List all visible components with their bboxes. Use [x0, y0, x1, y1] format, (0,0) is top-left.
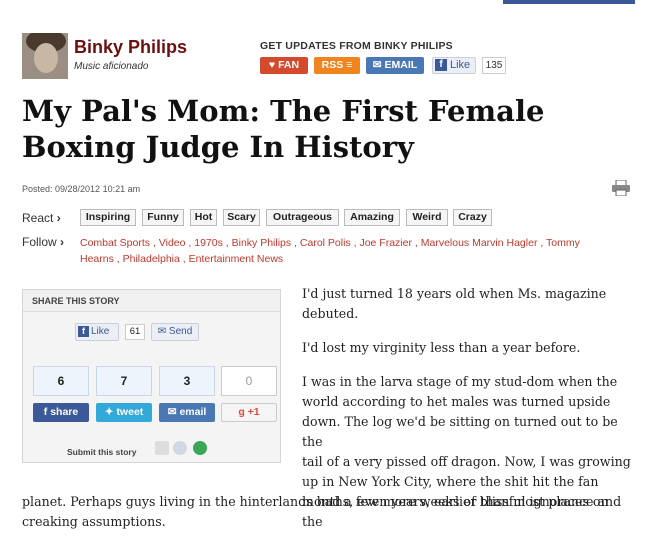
tweet-label: tweet	[116, 406, 144, 418]
follow-label: Follow ›	[22, 235, 65, 249]
headline-line-1: My Pal's Mom: The First Female	[22, 94, 545, 128]
follow-link[interactable]: Marvelous Marvin Hagler	[421, 237, 538, 249]
author-avatar[interactable]	[22, 33, 68, 79]
facebook-share-label: share	[50, 406, 79, 418]
facebook-share-button[interactable]: f share	[33, 403, 89, 422]
facebook-like-button[interactable]: f Like	[432, 57, 476, 74]
submit-story-label: Submit this story	[67, 447, 137, 457]
email-share-label: email	[179, 406, 207, 418]
follow-link[interactable]: Video	[159, 237, 186, 249]
follow-link[interactable]: Combat Sports	[80, 237, 150, 249]
tag-inspiring[interactable]: Inspiring	[80, 209, 136, 226]
follow-links: Combat Sports , Video , 1970s , Binky Ph…	[80, 237, 580, 265]
article-paragraph-1: I'd just turned 18 years old when Ms. ma…	[302, 286, 607, 321]
facebook-share-count: 6	[33, 366, 89, 396]
gplus-button[interactable]: g +1	[221, 403, 277, 422]
top-nav-bar	[503, 0, 635, 4]
tag-funny[interactable]: Funny	[142, 209, 184, 226]
share-like-button[interactable]: f Like	[75, 323, 119, 341]
send-button[interactable]: ✉ Send	[151, 323, 199, 341]
share-like-count: 61	[125, 324, 145, 340]
heart-icon: ♥	[268, 59, 276, 71]
fan-label: FAN	[278, 59, 300, 71]
follow-link[interactable]: Entertainment News	[189, 253, 284, 265]
share-box: SHARE THIS STORY f Like 61 ✉ Send 6 7 3 0…	[22, 289, 281, 463]
email-label: EMAIL	[384, 59, 418, 71]
gplus-label: +1	[247, 406, 260, 418]
page-title: My Pal's Mom: The First Female Boxing Ju…	[22, 93, 622, 165]
facebook-icon: f	[78, 326, 89, 337]
follow-link[interactable]: Binky Philips	[232, 237, 292, 249]
article-paragraph-2: I'd lost my virginity less than a year b…	[302, 340, 581, 355]
stumbleupon-icon[interactable]	[193, 441, 207, 455]
chevron-right-icon: ›	[60, 235, 65, 249]
email-share-button[interactable]: ✉ email	[159, 403, 215, 422]
follow-link[interactable]: Joe Frazier	[359, 237, 412, 249]
article-paragraph-3-wide: planet. Perhaps guys living in the hinte…	[22, 494, 622, 529]
envelope-icon: ✉	[372, 59, 382, 71]
tag-amazing[interactable]: Amazing	[344, 209, 400, 226]
like-label: Like	[450, 59, 471, 71]
email-share-count: 3	[159, 366, 215, 396]
author-name[interactable]: Binky Philips	[74, 37, 187, 58]
email-button[interactable]: ✉ EMAIL	[366, 57, 424, 74]
fan-button[interactable]: ♥ FAN	[260, 57, 308, 74]
digg-icon[interactable]	[155, 441, 169, 455]
facebook-icon: f	[43, 406, 48, 418]
envelope-icon: ✉	[167, 406, 177, 418]
chevron-right-icon: ›	[56, 211, 61, 225]
follow-link[interactable]: Carol Polis	[300, 237, 351, 249]
send-icon: ✉	[157, 326, 167, 337]
send-label: Send	[168, 326, 193, 337]
tag-hot[interactable]: Hot	[190, 209, 217, 226]
headline-line-2: Boxing Judge In History	[22, 130, 414, 164]
gplus-share-count: 0	[221, 366, 277, 396]
rss-icon: ≡	[346, 59, 353, 71]
share-title: SHARE THIS STORY	[23, 290, 280, 312]
follow-link[interactable]: 1970s	[194, 237, 223, 249]
rss-button[interactable]: RSS ≡	[314, 57, 360, 74]
tag-outrageous[interactable]: Outrageous	[266, 209, 339, 226]
twitter-bird-icon: ✦	[104, 406, 114, 418]
share-like-label: Like	[91, 326, 110, 337]
react-label: React ›	[22, 211, 61, 225]
follow-link[interactable]: Philadelphia	[123, 253, 180, 265]
rss-label: RSS	[321, 59, 344, 71]
tag-crazy[interactable]: Crazy	[453, 209, 492, 226]
like-count: 135	[482, 57, 506, 74]
print-icon[interactable]	[611, 180, 631, 196]
facebook-icon: f	[435, 59, 447, 71]
tag-scary[interactable]: Scary	[223, 209, 260, 226]
gplus-icon: g	[238, 406, 245, 418]
author-subtitle: Music aficionado	[74, 61, 149, 72]
tag-weird[interactable]: Weird	[406, 209, 448, 226]
reddit-icon[interactable]	[173, 441, 187, 455]
posted-date: Posted: 09/28/2012 10:21 am	[22, 184, 141, 194]
updates-title: GET UPDATES FROM BINKY PHILIPS	[260, 40, 453, 52]
twitter-share-count: 7	[96, 366, 152, 396]
tweet-button[interactable]: ✦ tweet	[96, 403, 152, 422]
